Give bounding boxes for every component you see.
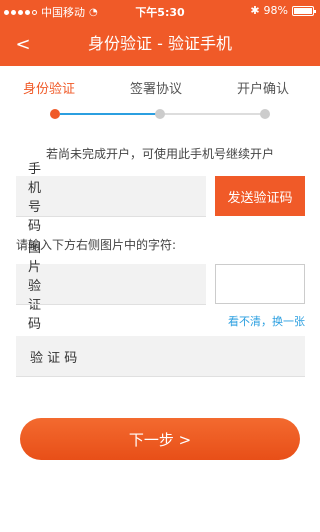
bluetooth-icon: ✱: [250, 4, 260, 17]
divider: [16, 216, 206, 217]
phone-field-label: 手机号码: [28, 162, 42, 234]
send-code-button[interactable]: 发送验证码: [215, 176, 305, 216]
page-title: 身份验证 - 验证手机: [88, 34, 232, 53]
battery-percent: 98%: [263, 4, 288, 17]
battery-icon: [292, 5, 316, 16]
captcha-image[interactable]: [215, 264, 305, 304]
image-code-label: 图片验证码: [28, 240, 42, 332]
step-label-confirm: 开户确认: [237, 82, 290, 97]
status-right: ✱ 98%: [250, 4, 316, 17]
hint-text: 若尚未完成开户，可使用此手机号继续开户: [45, 147, 274, 161]
step-track-pending: [160, 113, 265, 115]
nav-bar: < 身份验证 - 验证手机: [0, 22, 320, 66]
image-code-input[interactable]: [41, 264, 226, 304]
refresh-captcha-link[interactable]: 看不清，换一张: [215, 313, 305, 329]
step-dot-confirm: [260, 109, 270, 119]
sms-code-label: 验 证 码: [30, 350, 78, 366]
image-code-field[interactable]: 图片验证码: [16, 241, 226, 332]
sms-code-input[interactable]: [77, 336, 305, 376]
sms-code-field[interactable]: 验 证 码: [16, 336, 305, 376]
step-label-agreement: 签署协议: [130, 82, 183, 97]
divider: [16, 304, 206, 305]
phone-field[interactable]: 手机号码: [16, 162, 226, 234]
next-step-button[interactable]: 下一步 >: [20, 418, 300, 460]
step-label-identity: 身份验证: [23, 82, 76, 97]
divider: [16, 376, 305, 377]
phone-input[interactable]: [41, 176, 226, 216]
status-bar: 中国移动 ◔ 下午5:30 ✱ 98%: [0, 0, 320, 22]
step-dot-agreement: [155, 109, 165, 119]
step-dot-identity: [50, 109, 60, 119]
step-track-progress: [60, 113, 160, 115]
step-labels: 身份验证 签署协议 开户确认: [0, 78, 320, 97]
